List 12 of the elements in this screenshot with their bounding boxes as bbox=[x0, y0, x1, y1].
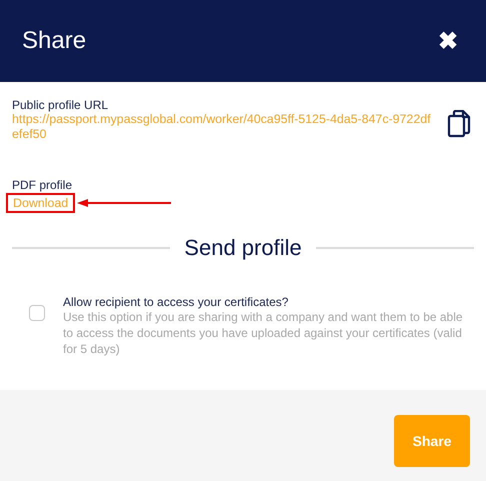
copy-icon[interactable] bbox=[447, 110, 471, 138]
dialog-title: Share bbox=[22, 27, 86, 55]
download-link[interactable]: Download bbox=[6, 193, 76, 213]
checkbox[interactable] bbox=[29, 305, 45, 321]
profile-url-link[interactable]: https://passport.mypassglobal.com/worker/40ca95ff-5125-4da5-847c-9722dfefef50 bbox=[12, 112, 432, 142]
share-button[interactable]: Share bbox=[394, 414, 470, 466]
close-button[interactable]: ✖ bbox=[438, 26, 458, 56]
checkbox-label: Allow recipient to access your certificates? bbox=[63, 295, 290, 309]
section-heading: Send profile bbox=[184, 235, 302, 261]
help-text: Use this option if you are sharing with a company and want them to be able to access the documents you have uploaded against your certificates (valid for 5 days) bbox=[63, 309, 463, 357]
field-label: PDF profile bbox=[12, 178, 74, 192]
field-label: Public profile URL bbox=[12, 98, 110, 112]
